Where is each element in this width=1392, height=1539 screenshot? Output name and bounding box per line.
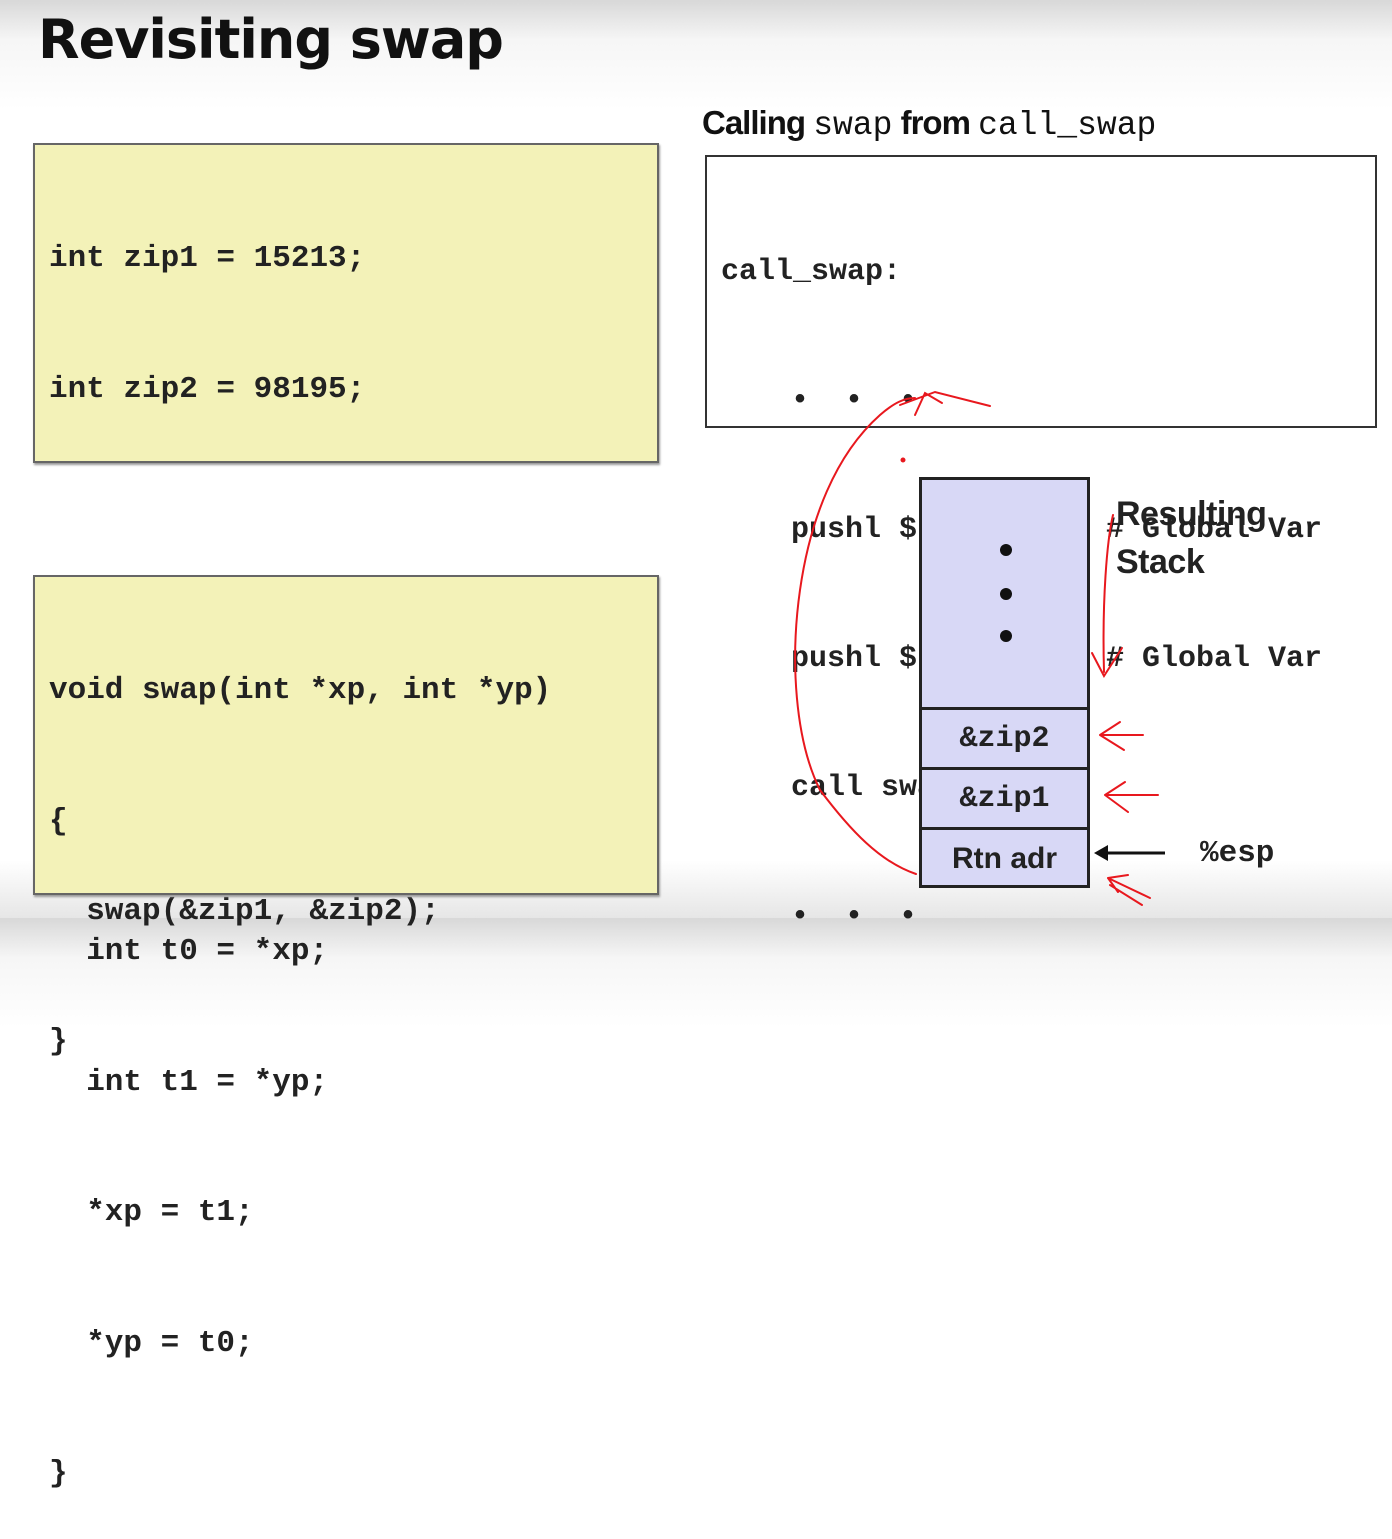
code-line: int t1 = *yp; bbox=[49, 1064, 329, 1100]
ink-dot bbox=[900, 457, 906, 463]
zip1-push-arrow-annotation bbox=[1104, 781, 1159, 813]
code-line: } bbox=[49, 1456, 68, 1491]
return-arrowhead-annotation bbox=[899, 390, 991, 407]
below-stack-arrow-annotation bbox=[1107, 874, 1151, 906]
stack-growth-arrowhead-annotation bbox=[1091, 647, 1123, 678]
annotation-overlay bbox=[794, 390, 1165, 906]
code-line: int t0 = *xp; bbox=[49, 934, 329, 969]
return-arrowhead-annotation bbox=[914, 391, 943, 416]
zip2-push-arrow-annotation bbox=[1099, 721, 1144, 751]
code-line: } bbox=[49, 1024, 68, 1059]
code-line: *yp = t0; bbox=[49, 1325, 254, 1361]
esp-arrowhead-icon bbox=[1094, 845, 1108, 861]
return-curve-annotation bbox=[794, 397, 917, 875]
stack-growth-arrow-annotation bbox=[1102, 514, 1114, 673]
code-line: *xp = t1; bbox=[49, 1195, 254, 1230]
